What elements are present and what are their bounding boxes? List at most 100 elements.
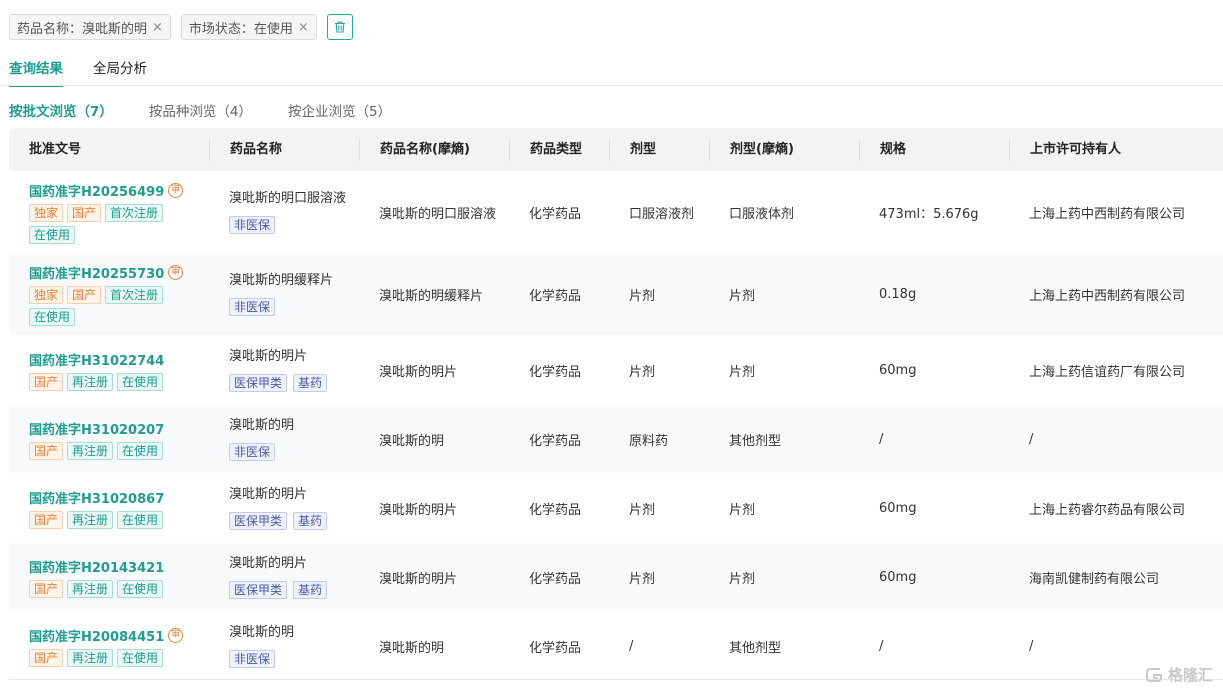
cell-approval: 国药准字H31022744 国产 再注册 在使用 [9,350,209,391]
close-icon[interactable]: × [152,20,163,35]
status-badge: 在使用 [29,307,76,326]
cell-form: 片剂 [629,571,656,587]
cell-approval: 国药准字H20084451 审国产 再注册 在使用 [9,626,209,667]
cell-drug-name: 溴吡斯的明 非医保 [209,624,359,668]
cell-drug-type: 化学药品 [529,364,582,380]
status-badge: 国产 [67,285,102,304]
tab-browse-by-approval[interactable]: 按批文浏览（7） [9,100,113,120]
insurance-badge: 医保甲类 [229,581,288,599]
status-tags: 国产 再注册 在使用 [29,441,179,460]
status-badge: 再注册 [67,372,114,391]
column-header-form-ms[interactable]: 剂型(摩熵) [709,138,859,161]
watermark: 格隆汇 [1145,664,1213,685]
table-bottom-divider [9,679,1223,680]
insurance-tags: 医保甲类 基药 [229,374,359,392]
close-icon[interactable]: × [298,20,309,35]
filter-chip-drug-name[interactable]: 药品名称：溴吡斯的明 × [9,14,171,40]
audit-icon: 审 [168,182,184,198]
cell-form-ms: 其他剂型 [729,640,782,656]
approval-number-link[interactable]: 国药准字H31022744 [29,350,164,369]
status-badge: 首次注册 [105,203,164,222]
status-badge: 再注册 [67,510,114,529]
drug-name: 溴吡斯的明 [229,418,295,433]
table-row[interactable]: 国药准字H31020867 国产 再注册 在使用 溴吡斯的明片 医保甲类 基药 溴吡斯的明片化… [9,473,1223,543]
approval-number-link[interactable]: 国药准字H31020867 [29,488,164,507]
tab-global-analysis[interactable]: 全局分析 [93,58,147,86]
status-badge: 独家 [29,285,64,304]
tabs-divider [0,85,1223,86]
filter-chip-label: 药品名称：溴吡斯的明 [17,21,148,37]
results-table: 批准文号 药品名称 药品名称(摩熵) 药品类型 剂型 剂型(摩熵) 规格 上市许… [9,128,1223,681]
cell-holder: / [1029,431,1034,447]
browse-mode-tabs: 按批文浏览（7） 按品种浏览（4） 按企业浏览（5） [9,100,391,120]
table-row[interactable]: 国药准字H31022744 国产 再注册 在使用 溴吡斯的明片 医保甲类 基药 溴吡斯的明片化… [9,335,1223,405]
drug-name: 溴吡斯的明片 [229,487,308,502]
cell-form-ms: 片剂 [729,571,756,587]
approval-number-link[interactable]: 国药准字H20255730 [29,263,164,282]
column-header-drug-type[interactable]: 药品类型 [509,138,609,161]
column-header-drug-name-ms[interactable]: 药品名称(摩熵) [359,138,509,161]
cell-approval: 国药准字H31020207 国产 再注册 在使用 [9,419,209,460]
drug-name: 溴吡斯的明片 [229,349,308,364]
cell-spec: 473ml：5.676g [879,206,979,222]
insurance-badge: 非医保 [229,216,276,234]
approval-number-link[interactable]: 国药准字H31020207 [29,419,164,438]
clear-filters-button[interactable] [326,14,353,40]
cell-drug-type: 化学药品 [529,571,582,587]
main-tabs: 查询结果 全局分析 [9,58,147,87]
filter-bar: 药品名称：溴吡斯的明 × 市场状态：在使用 × [9,14,353,40]
table-row[interactable]: 国药准字H20143421 国产 再注册 在使用 溴吡斯的明片 医保甲类 基药 溴吡斯的明片化… [9,543,1223,611]
approval-number-link[interactable]: 国药准字H20143421 [29,557,164,576]
cell-holder: 海南凯健制药有限公司 [1029,571,1160,587]
cell-holder: 上海上药信谊药厂有限公司 [1029,364,1186,380]
status-tags: 国产 再注册 在使用 [29,648,179,667]
tab-browse-by-company[interactable]: 按企业浏览（5） [288,100,391,120]
status-badge: 国产 [29,372,64,391]
status-tags: 国产 再注册 在使用 [29,579,179,598]
cell-form-ms: 口服液体剂 [729,206,795,222]
filter-chip-market-status[interactable]: 市场状态：在使用 × [180,14,317,40]
status-tags: 国产 再注册 在使用 [29,372,179,391]
status-tags: 国产 再注册 在使用 [29,510,179,529]
cell-spec: 60mg [879,569,917,585]
column-header-drug-name[interactable]: 药品名称 [209,138,359,161]
cell-drug-name-ms: 溴吡斯的明口服溶液 [379,206,497,222]
column-header-form[interactable]: 剂型 [609,138,709,161]
tab-query-results[interactable]: 查询结果 [9,58,63,87]
cell-form-ms: 片剂 [729,364,756,380]
status-badge: 国产 [29,579,64,598]
cell-approval: 国药准字H20255730 审独家 国产 首次注册 在使用 [9,263,209,326]
table-row[interactable]: 国药准字H20256499 审独家 国产 首次注册 在使用 溴吡斯的明口服溶液 非医保 溴吡斯… [9,171,1223,253]
column-header-approval[interactable]: 批准文号 [9,139,209,161]
insurance-tags: 医保甲类 基药 [229,512,359,530]
cell-spec: 60mg [879,362,917,378]
table-row[interactable]: 国药准字H20255730 审独家 国产 首次注册 在使用 溴吡斯的明缓释片 非医保 溴吡斯的… [9,253,1223,335]
status-badge: 在使用 [117,579,164,598]
drug-name: 溴吡斯的明 [229,625,295,640]
insurance-badge: 非医保 [229,298,276,316]
status-badge: 独家 [29,203,64,222]
cell-approval: 国药准字H31020867 国产 再注册 在使用 [9,488,209,529]
watermark-text: 格隆汇 [1167,666,1213,684]
insurance-tags: 非医保 [229,443,359,461]
status-badge: 国产 [29,441,64,460]
status-badge: 在使用 [117,648,164,667]
approval-number-link[interactable]: 国药准字H20084451 [29,626,164,645]
cell-drug-name: 溴吡斯的明片 医保甲类 基药 [209,555,359,599]
cell-spec: / [879,638,884,654]
column-header-spec[interactable]: 规格 [859,138,1009,161]
status-badge: 在使用 [117,510,164,529]
cell-holder: 上海上药中西制药有限公司 [1029,288,1186,304]
cell-drug-name-ms: 溴吡斯的明缓释片 [379,288,484,304]
approval-number-link[interactable]: 国药准字H20256499 [29,181,164,200]
cell-drug-name-ms: 溴吡斯的明 [379,640,445,656]
cell-drug-name: 溴吡斯的明 非医保 [209,417,359,461]
column-header-holder[interactable]: 上市许可持有人 [1009,138,1223,161]
cell-form-ms: 其他剂型 [729,433,782,449]
table-row[interactable]: 国药准字H31020207 国产 再注册 在使用 溴吡斯的明 非医保 溴吡斯的明 化学药品 原料… [9,405,1223,473]
cell-approval: 国药准字H20256499 审独家 国产 首次注册 在使用 [9,181,209,244]
cell-form-ms: 片剂 [729,288,756,304]
cell-form: 原料药 [629,433,669,449]
tab-browse-by-variety[interactable]: 按品种浏览（4） [149,100,252,120]
table-row[interactable]: 国药准字H20084451 审国产 再注册 在使用 溴吡斯的明 非医保 溴吡斯的明 化学药品 /… [9,611,1223,681]
